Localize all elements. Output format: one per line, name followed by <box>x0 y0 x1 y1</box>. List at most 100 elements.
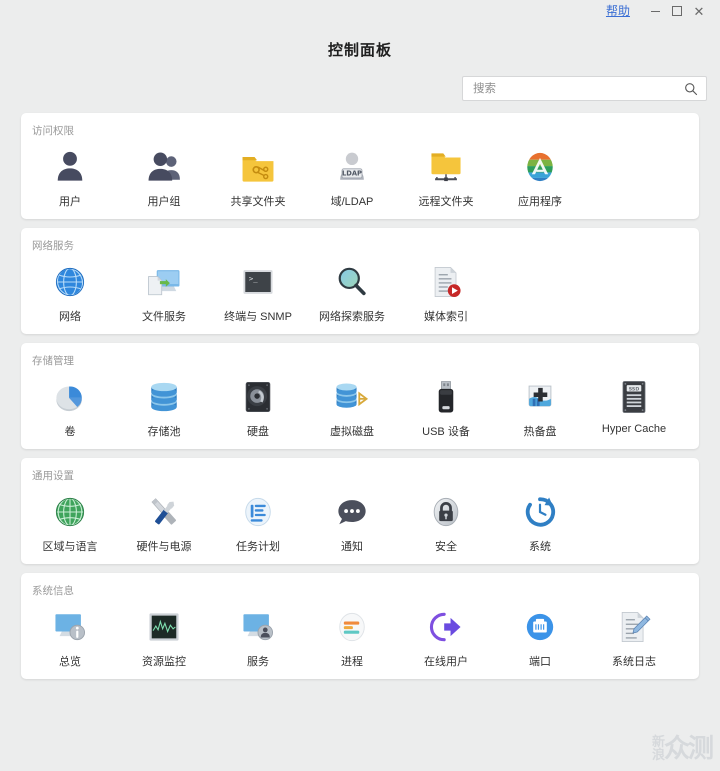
tile-overview[interactable]: 总览 <box>23 600 117 671</box>
search-box[interactable] <box>462 76 707 101</box>
virtual-disk-icon <box>331 376 373 418</box>
online-user-icon <box>425 606 467 648</box>
tile-label: 热备盘 <box>523 426 557 438</box>
hardware-power-icon <box>143 491 185 533</box>
watermark-prefix: 新浪 <box>651 735 665 763</box>
tile-label: 存储池 <box>147 426 181 438</box>
tile-hot-spare[interactable]: 热备盘 <box>493 370 587 441</box>
tile-label: 硬盘 <box>247 426 269 438</box>
tile-label: 系统 <box>529 541 551 553</box>
tile-label: 服务 <box>247 656 269 668</box>
system-clock-icon <box>519 491 561 533</box>
remote-folder-icon <box>425 146 467 188</box>
maximize-icon <box>672 6 682 16</box>
globe-network-icon <box>49 261 91 303</box>
shared-folder-icon <box>237 146 279 188</box>
close-icon: ✕ <box>693 3 705 19</box>
ssd-cache-icon: SSD <box>613 376 655 418</box>
tile-security[interactable]: 安全 <box>399 485 493 556</box>
tile-label: 应用程序 <box>518 196 562 208</box>
tile-system[interactable]: 系统 <box>493 485 587 556</box>
panel-content: 访问权限 用户 用户组 共享文件夹 LDAP 域/LDAP 远程文件夹 应用程序… <box>0 113 720 679</box>
service-icon <box>237 606 279 648</box>
application-icon <box>519 146 561 188</box>
tile-label: 资源监控 <box>142 656 186 668</box>
tile-resource-monitor[interactable]: 资源监控 <box>117 600 211 671</box>
svg-text:>_: >_ <box>249 274 258 283</box>
tile-grid: 总览 资源监控 服务 进程 在线用户 端口 系统日志 <box>21 600 699 671</box>
tile-volume[interactable]: 卷 <box>23 370 117 441</box>
section-title: 通用设置 <box>32 470 74 482</box>
tile-ssd-cache[interactable]: SSD Hyper Cache <box>587 370 681 441</box>
tile-hard-disk[interactable]: 硬盘 <box>211 370 305 441</box>
close-button[interactable]: ✕ <box>688 2 710 20</box>
minimize-button[interactable] <box>644 2 666 20</box>
tile-region-language[interactable]: 区域与语言 <box>23 485 117 556</box>
tile-label: USB 设备 <box>422 426 470 438</box>
tile-label: 卷 <box>64 426 76 438</box>
tile-label: 安全 <box>435 541 457 553</box>
tile-notification[interactable]: 通知 <box>305 485 399 556</box>
tile-media-index[interactable]: 媒体索引 <box>399 255 493 326</box>
section-title: 网络服务 <box>32 240 74 252</box>
search-input[interactable] <box>471 81 684 96</box>
ldap-domain-icon: LDAP <box>331 146 373 188</box>
overview-icon <box>49 606 91 648</box>
tile-label: 系统日志 <box>612 656 656 668</box>
tile-service[interactable]: 服务 <box>211 600 305 671</box>
maximize-button[interactable] <box>666 2 688 20</box>
tile-process[interactable]: 进程 <box>305 600 399 671</box>
tile-grid: 卷 存储池 硬盘 虚拟磁盘 USB 设备 热备盘 SSD Hyper Cache <box>21 370 699 441</box>
tile-label: 总览 <box>59 656 81 668</box>
section-title: 访问权限 <box>32 125 74 137</box>
tile-label: 端口 <box>529 656 551 668</box>
tile-port[interactable]: 端口 <box>493 600 587 671</box>
section-storage-management: 存储管理 卷 存储池 硬盘 虚拟磁盘 USB 设备 热备盘 SSD Hyper … <box>21 343 699 449</box>
tile-user-group[interactable]: 用户组 <box>117 140 211 211</box>
tile-hardware-power[interactable]: 硬件与电源 <box>117 485 211 556</box>
minimize-icon <box>650 10 660 12</box>
tile-system-log[interactable]: 系统日志 <box>587 600 681 671</box>
tile-usb-device[interactable]: USB 设备 <box>399 370 493 441</box>
tile-storage-pool[interactable]: 存储池 <box>117 370 211 441</box>
task-schedule-icon <box>237 491 279 533</box>
help-link[interactable]: 帮助 <box>606 5 630 17</box>
tile-label: 域/LDAP <box>330 196 374 208</box>
watermark: 新浪众测 <box>651 728 714 765</box>
svg-text:LDAP: LDAP <box>342 170 362 178</box>
search-icon[interactable] <box>684 82 698 96</box>
tile-network-discovery[interactable]: 网络探索服务 <box>305 255 399 326</box>
tile-user[interactable]: 用户 <box>23 140 117 211</box>
user-icon <box>49 146 91 188</box>
network-discovery-icon <box>331 261 373 303</box>
tile-label: 网络探索服务 <box>319 311 385 323</box>
tile-label: 远程文件夹 <box>418 196 474 208</box>
tile-label: 用户 <box>59 196 81 208</box>
tile-shared-folder[interactable]: 共享文件夹 <box>211 140 305 211</box>
tile-file-service[interactable]: 文件服务 <box>117 255 211 326</box>
tile-grid: 网络 文件服务 >_ 终端与 SNMP 网络探索服务 媒体索引 <box>21 255 699 326</box>
tile-task-schedule[interactable]: 任务计划 <box>211 485 305 556</box>
section-general-settings: 通用设置 区域与语言 硬件与电源 任务计划 通知 安全 系统 <box>21 458 699 564</box>
tile-ldap-domain[interactable]: LDAP 域/LDAP <box>305 140 399 211</box>
tile-label: 网络 <box>59 311 81 323</box>
storage-pool-icon <box>143 376 185 418</box>
tile-terminal-snmp[interactable]: >_ 终端与 SNMP <box>211 255 305 326</box>
tile-label: 任务计划 <box>236 541 280 553</box>
hard-disk-icon <box>237 376 279 418</box>
title-bar: 帮助 ✕ <box>0 0 720 22</box>
tile-grid: 区域与语言 硬件与电源 任务计划 通知 安全 系统 <box>21 485 699 556</box>
hot-spare-icon <box>519 376 561 418</box>
tile-remote-folder[interactable]: 远程文件夹 <box>399 140 493 211</box>
tile-network[interactable]: 网络 <box>23 255 117 326</box>
section-access-permissions: 访问权限 用户 用户组 共享文件夹 LDAP 域/LDAP 远程文件夹 应用程序 <box>21 113 699 219</box>
volume-pie-icon <box>49 376 91 418</box>
tile-virtual-disk[interactable]: 虚拟磁盘 <box>305 370 399 441</box>
tile-online-user[interactable]: 在线用户 <box>399 600 493 671</box>
tile-label: 进程 <box>341 656 363 668</box>
watermark-main: 众测 <box>663 734 714 764</box>
tile-label: 共享文件夹 <box>230 196 286 208</box>
file-service-icon <box>143 261 185 303</box>
process-icon <box>331 606 373 648</box>
tile-application[interactable]: 应用程序 <box>493 140 587 211</box>
